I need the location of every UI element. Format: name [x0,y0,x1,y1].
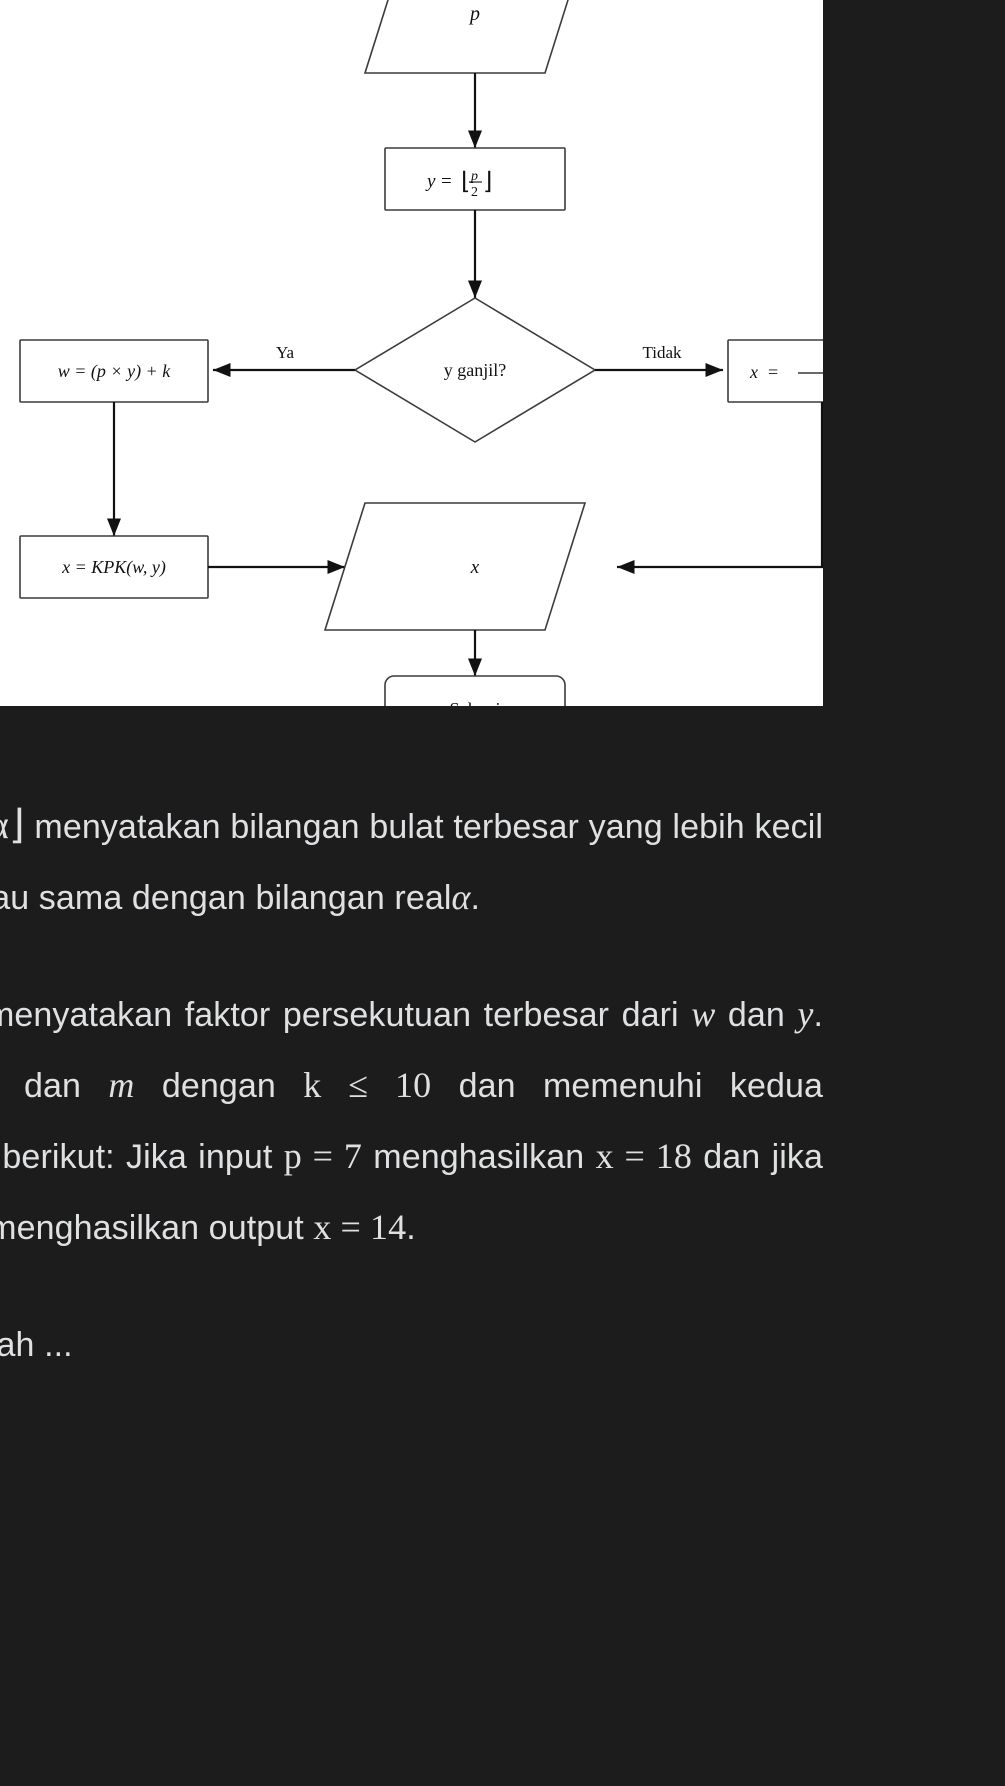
node-assign-kpk-label: x = KPK(w, y) [61,557,166,578]
flowchart-figure-card: p y = ⌊ p 2 ⌋ y ganjil? Ya w = (p × y) +… [0,0,823,706]
p2-seg-5: dengan [161,1067,276,1105]
p2-seg-4: dan [23,1067,81,1105]
node-output-x [323,502,587,631]
node-input-p-label: p [468,3,480,25]
p2-cond-p7: p = 7 [283,1136,362,1176]
p1-period: . [470,879,481,917]
p1-after: menyatakan bilangan bulat terbesar yang … [0,808,823,917]
p1-floor-symbol: ⌊α⌋ [0,802,25,847]
p2-seg-9: menghasilkan output [0,1209,304,1247]
p2-cond-x18: x = 18 [595,1136,692,1176]
node-output-x-label: x [470,557,480,578]
floor-open-icon: ⌊ [461,169,470,195]
paragraph-question: Nilai m adalah ... [0,1309,823,1380]
p2-var-w: w [691,994,716,1034]
flowchart-diagram: p y = ⌊ p 2 ⌋ y ganjil? Ya w = (p × y) +… [19,0,823,706]
p2-var-m: m [108,1065,135,1105]
no-box-eq: = [768,362,778,382]
p2-seg-1: menyatakan faktor persekutuan terbesar d… [0,996,679,1034]
problem-statement: Lambang ⌊α⌋ menyatakan bilangan bulat te… [0,760,823,1426]
paragraph-floor-definition: Lambang ⌊α⌋ menyatakan bilangan bulat te… [0,790,823,933]
edge-label-yes: Ya [276,343,295,362]
p2-seg-10: . [406,1209,416,1247]
p3-after: adalah ... [0,1326,73,1364]
assign-y-eq: = [441,171,452,192]
p2-seg-7: menghasilkan [373,1138,585,1176]
node-assign-w-label: w = (p × y) + k [58,361,171,382]
p2-cond-k: k ≤ 10 [303,1065,432,1105]
edge-formula-to-output [617,402,823,575]
floor-close-icon: ⌋ [483,169,492,195]
no-box-lhs: x [749,362,758,382]
node-decision-label: y ganjil? [444,360,506,380]
node-end-selesai-label: Selesai [450,699,501,706]
assign-y-lhs: y [425,171,436,192]
p2-cond-x14: x = 14 [313,1207,407,1247]
paragraph-fpb-conditions: FPB(w, y) menyatakan faktor persekutuan … [0,979,823,1263]
p2-seg-2: dan [727,996,785,1034]
p1-alpha-symbol: α [451,877,471,917]
figure-right-gutter [823,0,1005,760]
edge-label-no: Tidak [642,343,682,362]
assign-y-denominator: 2 [471,185,478,200]
p2-var-y: y [797,994,814,1034]
